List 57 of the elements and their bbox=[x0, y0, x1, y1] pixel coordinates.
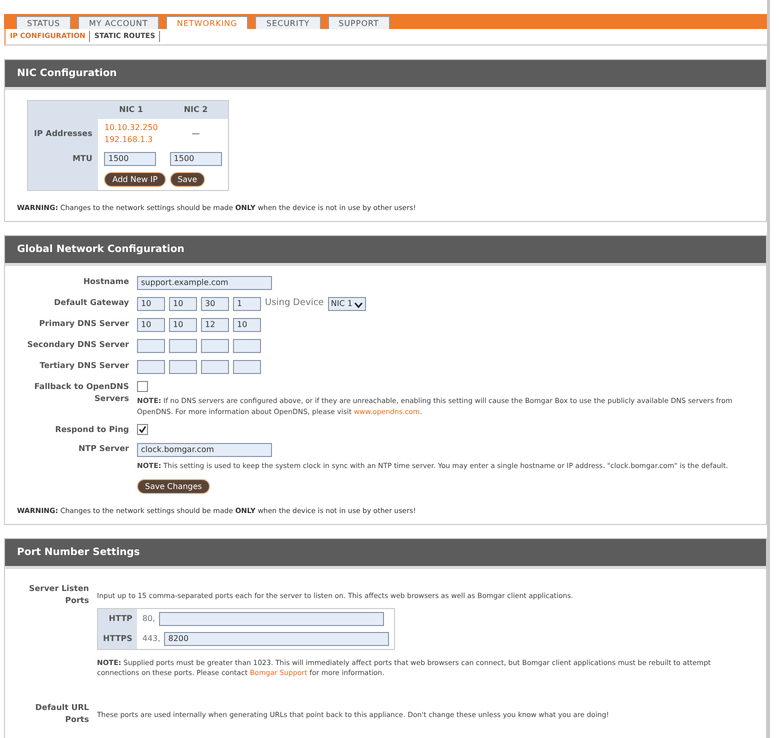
port-field[interactable] bbox=[159, 612, 384, 626]
nav-tab[interactable]: STATUS bbox=[16, 16, 72, 29]
ip-address: 10.10.32.250 bbox=[104, 122, 158, 134]
port-field[interactable]: 8200 bbox=[164, 632, 390, 646]
octet-field[interactable] bbox=[233, 339, 261, 353]
octet-field[interactable] bbox=[137, 339, 165, 353]
ip-address: 192.168.1.3 bbox=[104, 134, 154, 146]
octet-field[interactable]: 1 bbox=[233, 297, 261, 311]
action-button[interactable]: Add New IP bbox=[104, 172, 166, 186]
section-header: Global Network Configuration bbox=[5, 236, 766, 266]
octet-field[interactable] bbox=[169, 360, 197, 374]
section-header: NIC Configuration bbox=[5, 60, 766, 90]
row-label: IP Addresses bbox=[28, 118, 98, 148]
ip-address: — bbox=[190, 128, 201, 140]
nav-tab[interactable]: SUPPORT bbox=[328, 16, 390, 29]
octet-field[interactable] bbox=[137, 360, 165, 374]
octet-field[interactable] bbox=[201, 360, 229, 374]
device-select[interactable]: NIC 1 bbox=[328, 297, 366, 311]
octet-field[interactable] bbox=[233, 360, 261, 374]
field-label: NTP Server bbox=[77, 443, 129, 455]
text-field[interactable]: clock.bomgar.com bbox=[137, 443, 272, 457]
nav-tab[interactable]: MY ACCOUNT bbox=[78, 16, 159, 29]
octet-field[interactable] bbox=[201, 339, 229, 353]
table-header: NIC 1 bbox=[98, 100, 164, 118]
table-header: NIC 2 bbox=[164, 100, 228, 118]
field-label: Using Device bbox=[265, 297, 324, 310]
octet-field[interactable]: 10 bbox=[233, 318, 261, 332]
field-label: Respond to Ping bbox=[54, 424, 129, 436]
port-label: HTTP bbox=[98, 608, 138, 628]
field-label: Hostname bbox=[82, 276, 129, 288]
octet-field[interactable] bbox=[169, 339, 197, 353]
octet-field[interactable]: 10 bbox=[169, 297, 197, 311]
port-prefix: 80, bbox=[142, 612, 156, 624]
octet-field[interactable]: 10 bbox=[169, 318, 197, 332]
checkbox[interactable] bbox=[137, 381, 148, 392]
text-field[interactable]: support.example.com bbox=[137, 276, 272, 290]
field-label: Secondary DNS Server bbox=[26, 339, 129, 351]
field-label: Tertiary DNS Server bbox=[38, 360, 129, 372]
field-label: Default Gateway bbox=[53, 297, 129, 309]
octet-field[interactable]: 30 bbox=[201, 297, 229, 311]
port-prefix: 443, bbox=[142, 632, 160, 644]
octet-field[interactable]: 10 bbox=[137, 297, 165, 311]
octet-field[interactable]: 12 bbox=[201, 318, 229, 332]
octet-field[interactable]: 10 bbox=[137, 318, 165, 332]
nav-tab[interactable]: SECURITY bbox=[255, 16, 321, 29]
save-changes-button[interactable]: Save Changes bbox=[137, 478, 210, 494]
action-button[interactable]: Save bbox=[170, 172, 206, 186]
mtu-field[interactable]: 1500 bbox=[104, 152, 156, 166]
row-label: MTU bbox=[28, 148, 98, 168]
section-header: Port Number Settings bbox=[5, 539, 766, 569]
port-label: HTTPS bbox=[98, 628, 138, 649]
mtu-field[interactable]: 1500 bbox=[170, 152, 222, 166]
field-label: Fallback to OpenDNS Servers bbox=[33, 381, 129, 405]
checkbox[interactable] bbox=[137, 424, 148, 435]
field-label: Default URL Ports bbox=[34, 702, 89, 726]
field-label: Primary DNS Server bbox=[38, 318, 129, 330]
field-label: Server Listen Ports bbox=[28, 583, 89, 607]
